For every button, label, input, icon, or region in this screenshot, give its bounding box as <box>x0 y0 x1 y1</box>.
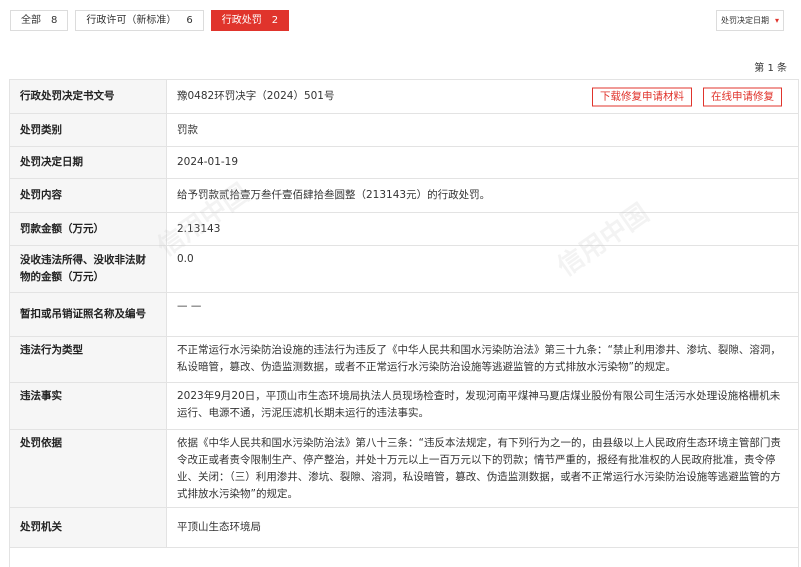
row-value: 0.0 <box>177 253 194 265</box>
tab-all[interactable]: 全部 8 <box>10 10 69 31</box>
row-label: 处罚依据 <box>10 430 167 507</box>
row-label: 处罚内容 <box>10 179 167 212</box>
penalty-record-table: 行政处罚决定书文号 豫0482环罚决字（2024）501号 下载修复申请材料 在… <box>9 79 799 567</box>
row-value: 罚款 <box>177 123 198 136</box>
row-label: 违法行为类型 <box>10 337 167 382</box>
row-value: — — <box>177 300 202 312</box>
row-value: 依据《中华人民共和国水污染防治法》第八十三条：“违反本法规定，有下列行为之一的，… <box>177 437 781 500</box>
tab-admin-license[interactable]: 行政许可（新标准） 6 <box>75 10 204 31</box>
table-row: 罚款金额（万元） 2.13143 <box>10 213 798 246</box>
download-repair-materials-button[interactable]: 下载修复申请材料 <box>592 87 692 106</box>
table-row: 处罚依据 依据《中华人民共和国水污染防治法》第八十三条：“违反本法规定，有下列行… <box>10 430 798 508</box>
tab-all-count: 8 <box>51 15 58 26</box>
row-value: 不正常运行水污染防治设施的违法行为违反了《中华人民共和国水污染防治法》第三十九条… <box>177 344 781 373</box>
row-label: 行政处罚决定书文号 <box>10 80 167 113</box>
tab-admin-penalty-label: 行政处罚 <box>221 15 262 26</box>
row-value: 2.13143 <box>177 222 221 235</box>
table-row: 处罚决定日期 2024-01-19 <box>10 147 798 179</box>
row-value: 2023年9月20日，平顶山市生态环境局执法人员现场检查时，发现河南平煤神马夏店… <box>177 390 781 419</box>
table-row: 处罚机关 平顶山生态环境局 <box>10 508 798 548</box>
tab-admin-license-label: 行政许可（新标准） <box>86 15 177 26</box>
table-row: 行政处罚决定书文号 豫0482环罚决字（2024）501号 下载修复申请材料 在… <box>10 80 798 114</box>
table-row: 处罚内容 给予罚款贰拾壹万叁仟壹佰肆拾叁圆整（213143元）的行政处罚。 <box>10 179 798 213</box>
row-value: 豫0482环罚决字（2024）501号 下载修复申请材料 在线申请修复 <box>167 80 798 113</box>
row-label: 暂扣或吊销证照名称及编号 <box>10 293 167 336</box>
record-index: 第 1 条 <box>754 63 787 74</box>
tab-all-label: 全部 <box>21 15 41 26</box>
row-label: 处罚决定日期 <box>10 147 167 178</box>
tab-admin-license-count: 6 <box>186 15 193 26</box>
decision-number: 豫0482环罚决字（2024）501号 <box>177 90 335 102</box>
table-row: 处罚类别 罚款 <box>10 114 798 147</box>
repair-actions: 下载修复申请材料 在线申请修复 <box>592 87 782 106</box>
table-row: 暂扣或吊销证照名称及编号 — — <box>10 293 798 337</box>
table-row: 违法行为类型 不正常运行水污染防治设施的违法行为违反了《中华人民共和国水污染防治… <box>10 337 798 383</box>
row-value: 2024-01-19 <box>177 156 239 168</box>
row-value: 平顶山生态环境局 <box>177 521 261 533</box>
tab-admin-penalty[interactable]: 行政处罚 2 <box>210 10 290 31</box>
tab-admin-penalty-count: 2 <box>271 15 279 26</box>
row-value: 给予罚款贰拾壹万叁仟壹佰肆拾叁圆整（213143元）的行政处罚。 <box>177 189 491 201</box>
table-row: 违法事实 2023年9月20日，平顶山市生态环境局执法人员现场检查时，发现河南平… <box>10 383 798 430</box>
table-row: 没收违法所得、没收非法财物的金额（万元） 0.0 <box>10 246 798 293</box>
sort-select[interactable]: 处罚决定日期 ▾ <box>716 10 784 31</box>
chevron-down-icon: ▾ <box>774 16 779 25</box>
row-label: 违法事实 <box>10 383 167 429</box>
filter-tabs: 全部 8 行政许可（新标准） 6 行政处罚 2 <box>10 10 290 31</box>
online-repair-application-button[interactable]: 在线申请修复 <box>703 87 782 106</box>
row-label: 没收违法所得、没收非法财物的金额（万元） <box>10 246 167 292</box>
row-label: 处罚类别 <box>10 114 167 146</box>
row-label: 罚款金额（万元） <box>10 213 167 245</box>
sort-select-label: 处罚决定日期 <box>721 16 769 25</box>
row-label: 处罚机关 <box>10 508 167 547</box>
